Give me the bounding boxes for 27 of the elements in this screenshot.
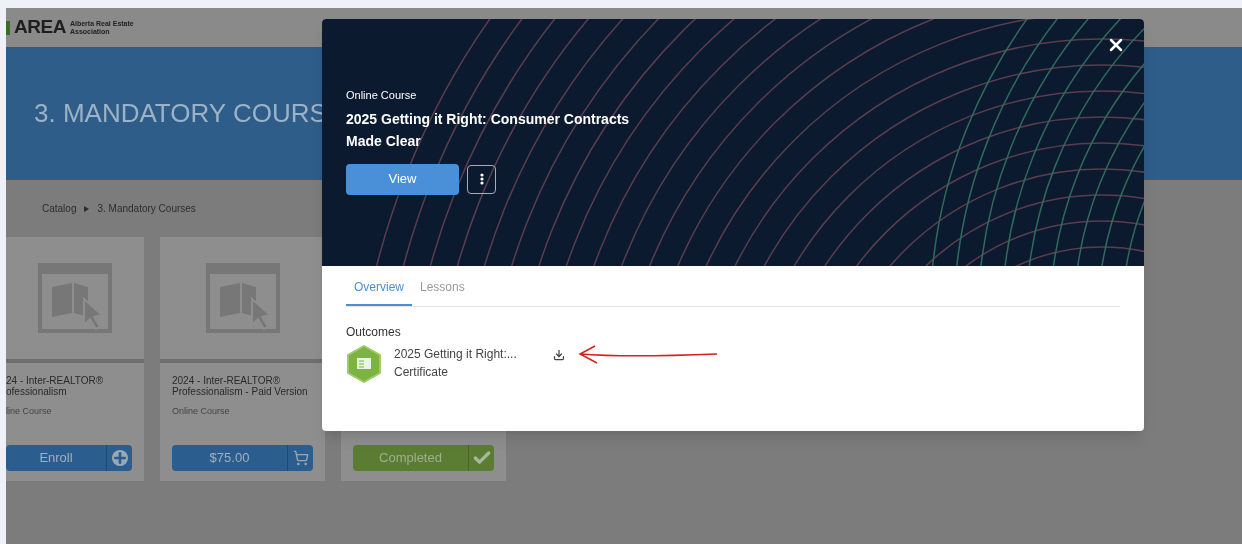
completed-button[interactable]: Completed: [353, 445, 494, 471]
course-title: 2025 Getting it Right: Consumer Contracts Made Clear: [346, 109, 630, 151]
purchase-button[interactable]: $75.00: [172, 445, 313, 471]
outcome-title: 2025 Getting it Right:...: [394, 346, 517, 363]
outcome-subtitle: Certificate: [394, 364, 450, 381]
tab[interactable]: Lessons: [412, 278, 473, 306]
download-button[interactable]: [552, 349, 565, 361]
breadcrumb-link[interactable]: 3. Mandatory Courses: [97, 201, 196, 216]
enroll-button[interactable]: Enroll: [6, 445, 132, 471]
course-title: 2024 - Inter-REALTOR® Professionalism - Paid Version: [172, 375, 309, 397]
outcomes-heading: Outcomes: [346, 324, 402, 341]
logo-mark: [6, 20, 10, 35]
course-title: 24 - Inter-REALTOR® ofessionalism: [6, 375, 105, 397]
more-button[interactable]: [467, 164, 496, 194]
course-type: Online Course: [172, 405, 231, 418]
download-icon: [552, 349, 565, 361]
logo-text: AREA: [14, 15, 66, 40]
course-type: line Course: [6, 405, 53, 418]
more-icon: [479, 173, 484, 185]
plus-icon: [111, 450, 128, 466]
caret-icon: [84, 205, 90, 212]
course-type: Online Course: [346, 88, 418, 103]
certificate-badge-icon: [346, 345, 382, 383]
tab[interactable]: Overview: [346, 278, 412, 306]
cart-icon: [292, 450, 309, 466]
view-button[interactable]: View: [346, 163, 459, 195]
breadcrumb-link[interactable]: Catalog: [42, 201, 77, 216]
